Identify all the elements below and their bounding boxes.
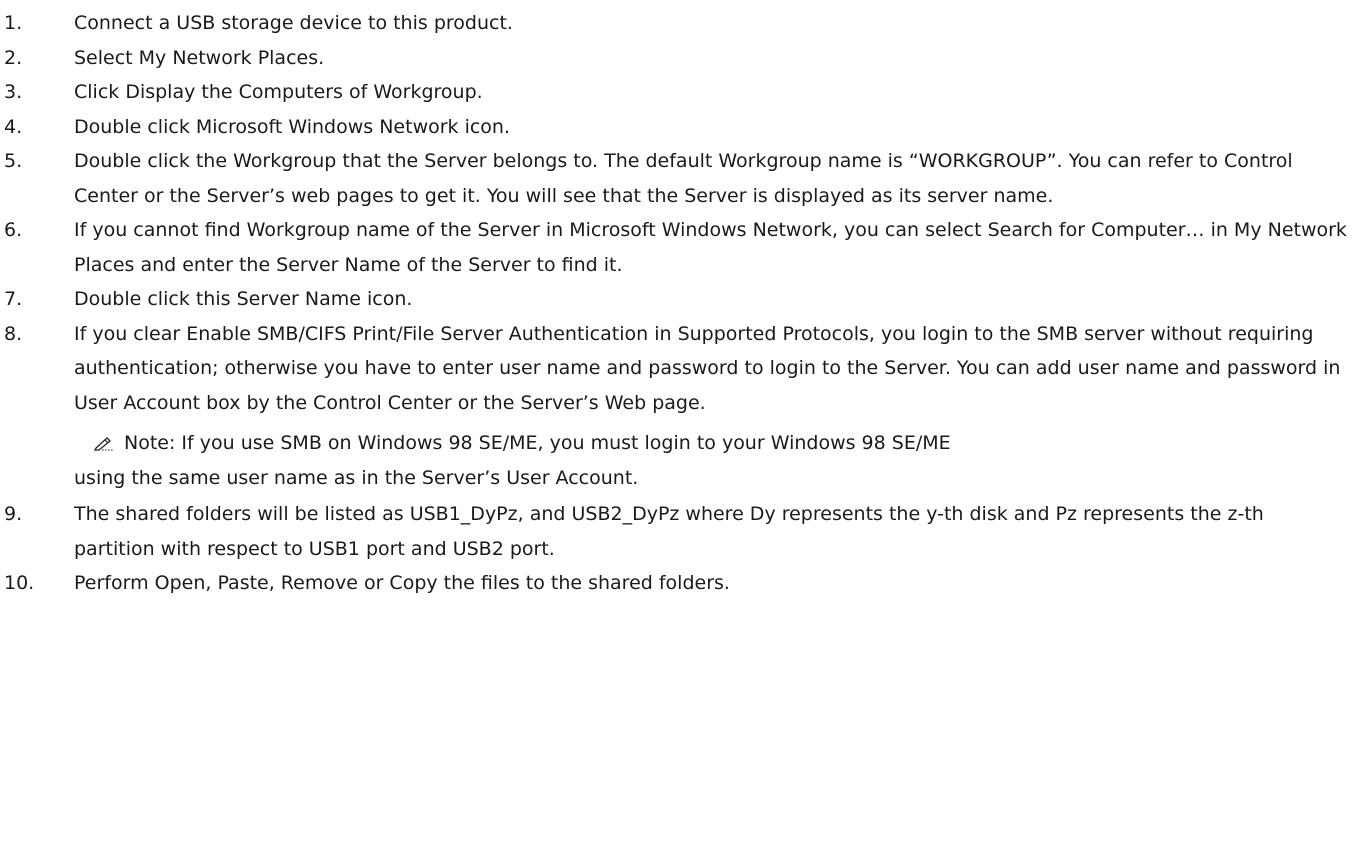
- step-number: 4.: [4, 115, 23, 138]
- list-item: 4. Double click Microsoft Windows Networ…: [0, 110, 1363, 145]
- step-number: 9.: [4, 503, 23, 525]
- step-number: 8.: [4, 322, 23, 345]
- step-text: The shared folders will be listed as USB…: [74, 503, 1264, 560]
- step-number: 2.: [4, 46, 23, 69]
- pencil-note-icon: [93, 426, 114, 461]
- step-number: 6.: [4, 219, 23, 241]
- step-text: Double click Microsoft Windows Network i…: [74, 115, 511, 138]
- step-text: If you cannot find Workgroup name of the…: [74, 219, 1347, 276]
- list-item: 3. Click Display the Computers of Workgr…: [0, 75, 1363, 110]
- list-item: 10. Perform Open, Paste, Remove or Copy …: [0, 566, 1363, 601]
- note-text-line-1: Note: If you use SMB on Windows 98 SE/ME…: [124, 432, 951, 454]
- list-item: 1. Connect a USB storage device to this …: [0, 6, 1363, 41]
- step-number: 10.: [4, 572, 35, 594]
- step-text: Select My Network Places.: [74, 46, 325, 69]
- step-number: 1.: [4, 12, 23, 34]
- step-number: 3.: [4, 81, 23, 103]
- step-text: Double click this Server Name icon.: [74, 288, 413, 310]
- step-number: 7.: [4, 288, 23, 310]
- note-text-line-2: using the same user name as in the Serve…: [74, 466, 639, 489]
- list-item: 9. The shared folders will be listed as …: [0, 497, 1363, 566]
- list-item: 7. Double click this Server Name icon.: [0, 282, 1363, 317]
- step-text: If you clear Enable SMB/CIFS Print/File …: [74, 322, 1341, 414]
- note-block: Note: If you use SMB on Windows 98 SE/ME…: [74, 426, 1349, 495]
- note-line-2: using the same user name as in the Serve…: [74, 461, 1335, 496]
- note-line-1: Note: If you use SMB on Windows 98 SE/ME…: [74, 426, 1335, 461]
- instruction-list: 1. Connect a USB storage device to this …: [0, 0, 1363, 601]
- list-item: 6. If you cannot find Workgroup name of …: [0, 213, 1363, 282]
- list-item: 8. If you clear Enable SMB/CIFS Print/Fi…: [0, 317, 1363, 496]
- list-item: 5. Double click the Workgroup that the S…: [0, 144, 1363, 213]
- document-page: 1. Connect a USB storage device to this …: [0, 0, 1363, 854]
- step-text: Connect a USB storage device to this pro…: [74, 12, 513, 34]
- step-number: 5.: [4, 150, 23, 172]
- step-text: Double click the Workgroup that the Serv…: [74, 150, 1293, 207]
- step-text: Click Display the Computers of Workgroup…: [74, 81, 483, 103]
- list-item: 2. Select My Network Places.: [0, 41, 1363, 76]
- step-text: Perform Open, Paste, Remove or Copy the …: [74, 572, 730, 594]
